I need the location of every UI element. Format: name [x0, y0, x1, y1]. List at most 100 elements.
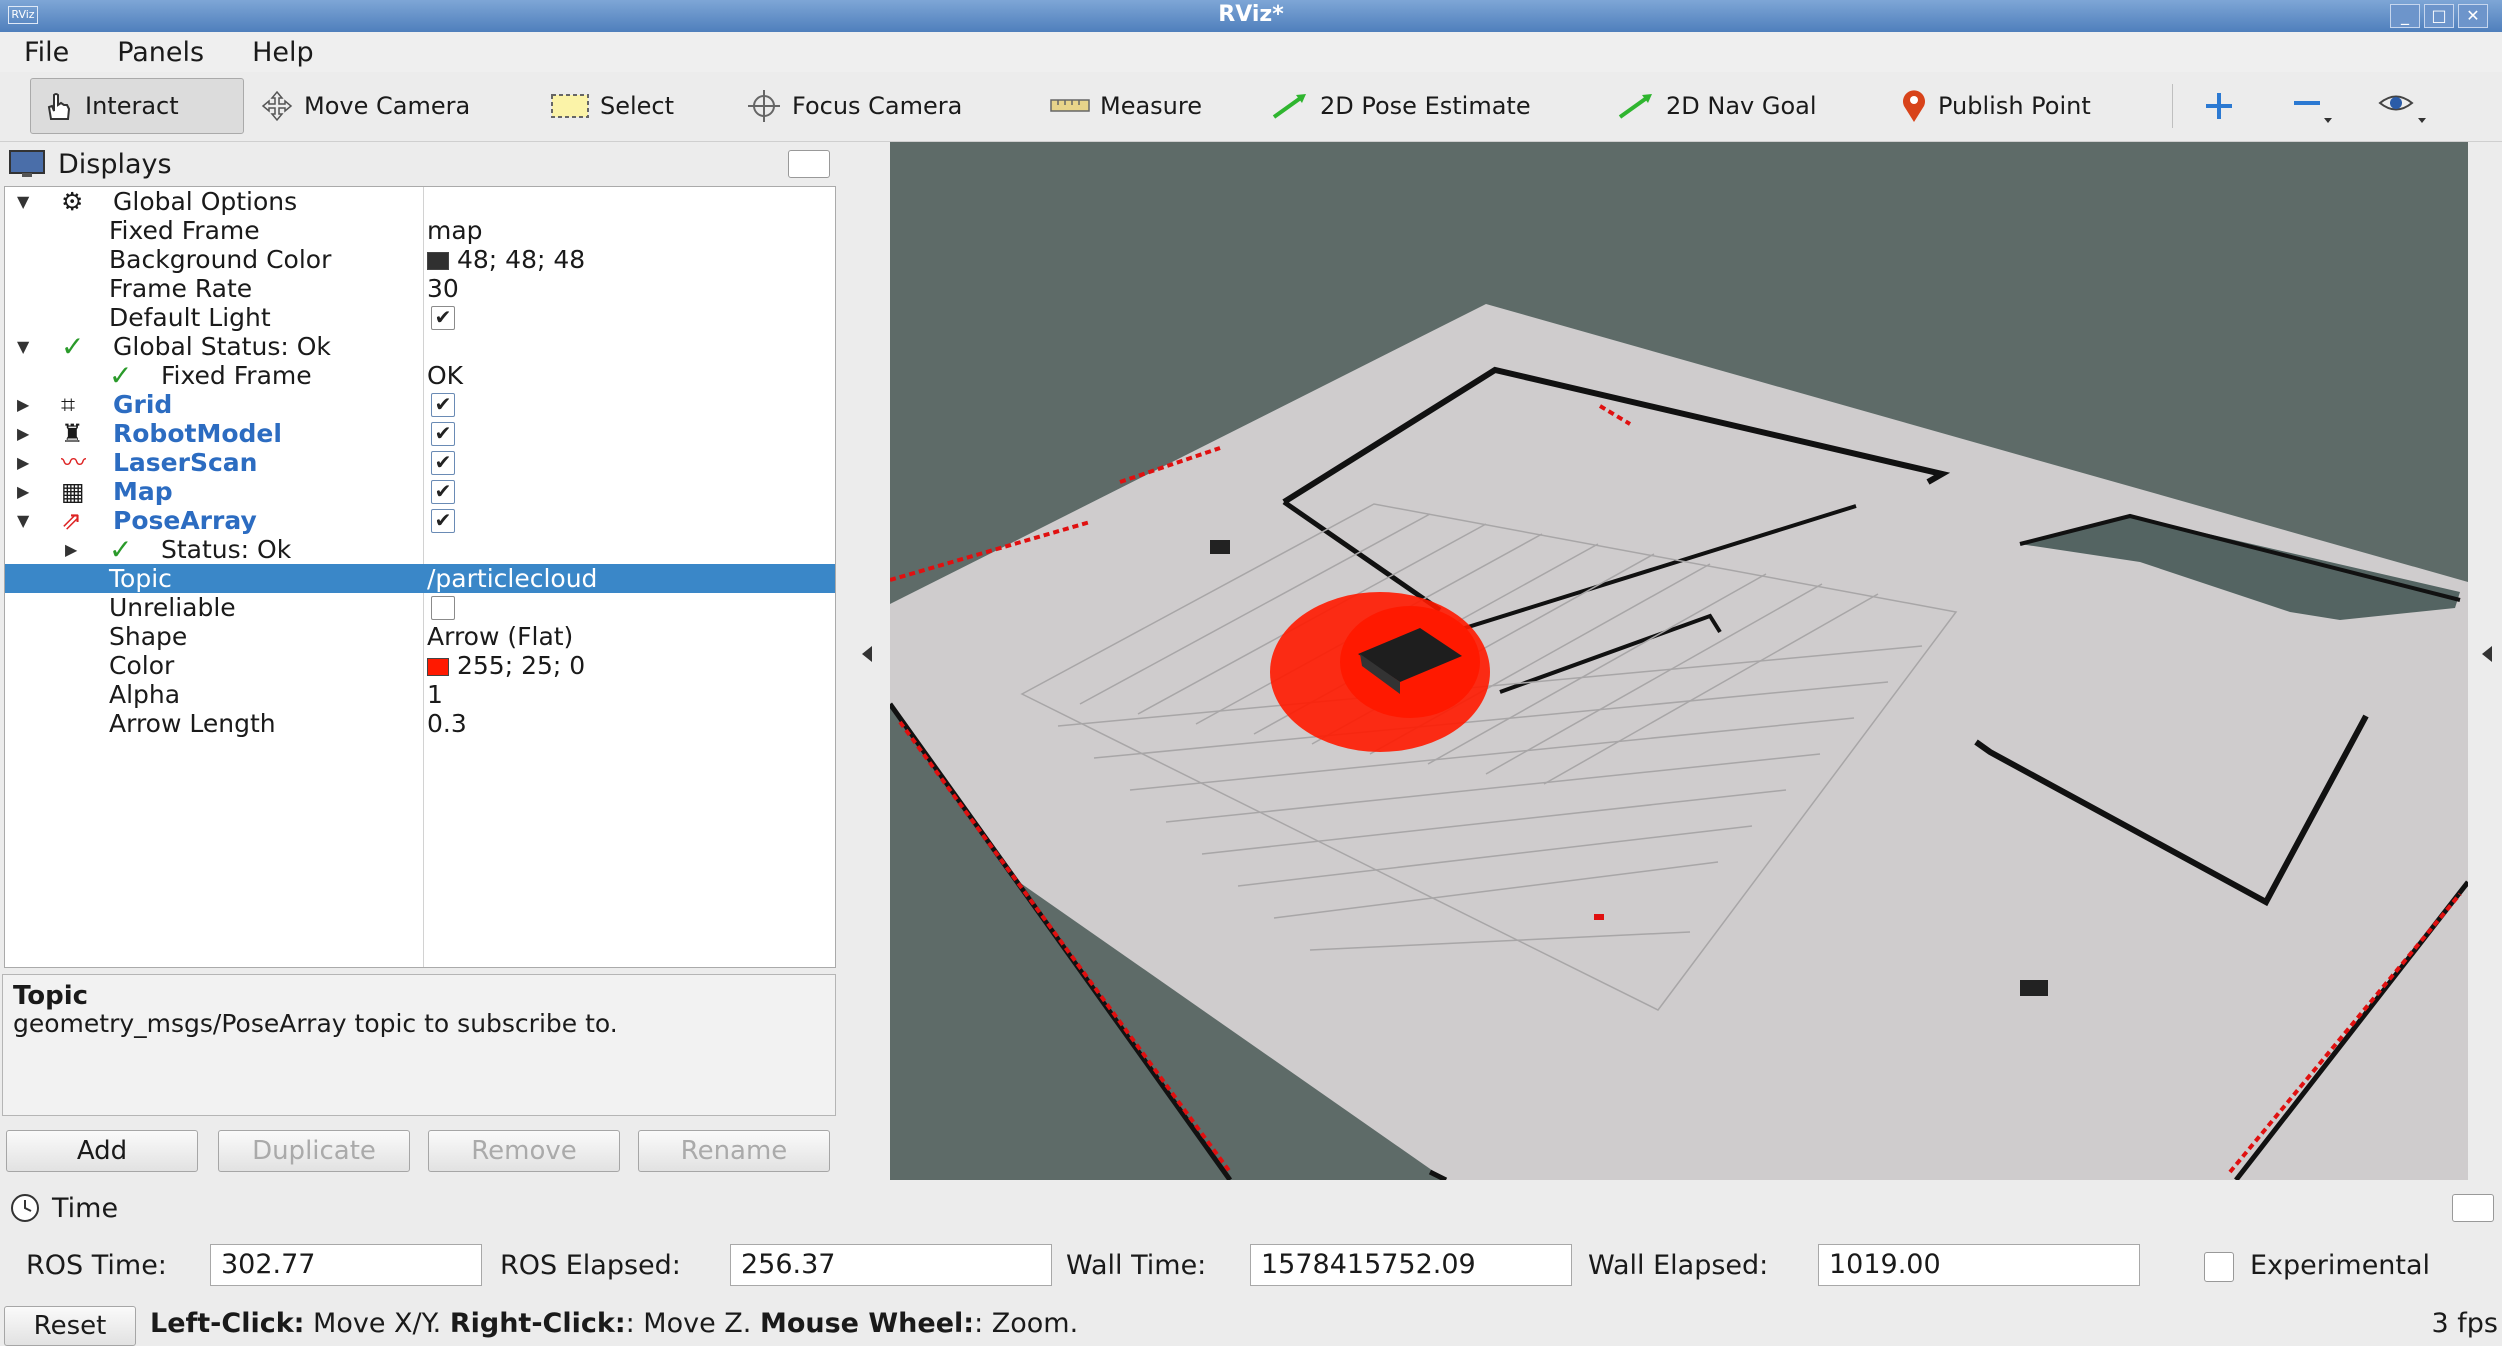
tree-row-global-options[interactable]: ▼ ⚙ Global Options [5, 187, 835, 216]
remove-tool-button[interactable] [2280, 78, 2344, 134]
property-value[interactable]: 30 [427, 274, 459, 303]
color-value: 255; 25; 0 [457, 651, 586, 680]
robot-model-enabled-checkbox[interactable]: ✔ [431, 422, 455, 446]
map-enabled-checkbox[interactable]: ✔ [431, 480, 455, 504]
hint-left-action: Move X/Y. [304, 1308, 450, 1339]
collapse-right-icon[interactable] [2480, 644, 2494, 664]
publish-point-tool-button[interactable]: Publish Point [1890, 78, 2101, 134]
nav-goal-tool-button[interactable]: 2D Nav Goal [1606, 78, 1827, 134]
checkmark-icon: ✓ [109, 359, 133, 392]
wall-time-field[interactable]: 1578415752.09 [1250, 1244, 1572, 1286]
reset-button[interactable]: Reset [4, 1306, 136, 1346]
minimize-icon[interactable]: _ [2390, 4, 2420, 28]
tree-row-grid[interactable]: ▶ ⌗ Grid ✔ [5, 390, 835, 419]
collapse-left-icon[interactable] [860, 644, 874, 664]
right-panel-splitter[interactable] [2468, 142, 2502, 1186]
menu-file[interactable]: File [0, 37, 93, 68]
displays-title: Displays [58, 148, 172, 180]
color-value: 48; 48; 48 [457, 245, 586, 274]
close-icon[interactable]: ✕ [2458, 4, 2488, 28]
property-label: Shape [109, 622, 188, 651]
tree-row-laser-scan[interactable]: ▶ 〰 LaserScan ✔ [5, 448, 835, 477]
tree-row-global-status[interactable]: ▼ ✓ Global Status: Ok [5, 332, 835, 361]
tree-row-shape[interactable]: Shape Arrow (Flat) [5, 622, 835, 651]
collapse-arrow-icon[interactable]: ▼ [17, 332, 29, 361]
fps-counter: 3 fps [2431, 1308, 2498, 1339]
laser-scan-enabled-checkbox[interactable]: ✔ [431, 451, 455, 475]
panel-splitter[interactable] [840, 142, 890, 1186]
float-panel-button[interactable] [788, 150, 830, 178]
displays-tree[interactable]: ▼ ⚙ Global Options Fixed Frame map Backg… [4, 186, 836, 968]
ros-time-field[interactable]: 302.77 [210, 1244, 482, 1286]
expand-arrow-icon[interactable]: ▶ [65, 535, 77, 564]
grid-enabled-checkbox[interactable]: ✔ [431, 393, 455, 417]
unreliable-checkbox[interactable] [431, 596, 455, 620]
tree-row-color[interactable]: Color 255; 25; 0 [5, 651, 835, 680]
property-value[interactable]: 0.3 [427, 709, 467, 738]
move-camera-tool-button[interactable]: Move Camera [250, 78, 480, 134]
expand-arrow-icon[interactable]: ▶ [17, 390, 29, 419]
property-label: Frame Rate [109, 274, 253, 303]
collapse-arrow-icon[interactable]: ▼ [17, 506, 29, 535]
tree-row-default-light[interactable]: Default Light ✔ [5, 303, 835, 332]
tree-row-fixed-frame[interactable]: Fixed Frame map [5, 216, 835, 245]
experimental-checkbox[interactable] [2204, 1252, 2234, 1282]
default-light-checkbox[interactable]: ✔ [431, 306, 455, 330]
menu-panels[interactable]: Panels [93, 37, 228, 68]
expand-arrow-icon[interactable]: ▶ [17, 477, 29, 506]
wall-elapsed-field[interactable]: 1019.00 [1818, 1244, 2140, 1286]
expand-arrow-icon[interactable]: ▶ [17, 448, 29, 477]
hint-right-click: Right-Click: [449, 1308, 626, 1339]
green-arrow-icon [1272, 94, 1306, 119]
focus-camera-tool-button[interactable]: Focus Camera [736, 78, 972, 134]
robot-model-display-label: RobotModel [113, 419, 282, 448]
hint-left-click: Left-Click: [150, 1308, 305, 1339]
topic-value[interactable]: /particlecloud [427, 564, 597, 593]
rename-button[interactable]: Rename [638, 1130, 830, 1172]
pose-array-icon: ⇗ [61, 506, 82, 535]
pose-estimate-tool-button[interactable]: 2D Pose Estimate [1260, 78, 1541, 134]
property-value[interactable]: 1 [427, 680, 443, 709]
property-label: Topic [109, 564, 172, 593]
maximize-icon[interactable]: □ [2424, 4, 2454, 28]
time-header: Time [0, 1188, 2502, 1228]
tree-row-background-color[interactable]: Background Color 48; 48; 48 [5, 245, 835, 274]
measure-tool-button[interactable]: Measure [1040, 78, 1212, 134]
description-title: Topic [13, 981, 89, 1011]
title-bar[interactable]: RViz RViz* _ □ ✕ [0, 0, 2502, 32]
render-viewport[interactable] [890, 142, 2468, 1180]
view-options-button[interactable] [2368, 78, 2438, 134]
tree-row-pose-array[interactable]: ▼ ⇗ PoseArray ✔ [5, 506, 835, 535]
plus-icon [2206, 93, 2232, 119]
add-tool-button[interactable] [2192, 78, 2246, 134]
grid-display-label: Grid [113, 390, 173, 419]
tree-row-unreliable[interactable]: Unreliable [5, 593, 835, 622]
tree-row-status-fixed-frame[interactable]: ✓ Fixed Frame OK [5, 361, 835, 390]
duplicate-button[interactable]: Duplicate [218, 1130, 410, 1172]
property-value[interactable]: 255; 25; 0 [427, 651, 585, 680]
float-time-panel-button[interactable] [2452, 1194, 2494, 1222]
tree-row-frame-rate[interactable]: Frame Rate 30 [5, 274, 835, 303]
time-title: Time [52, 1192, 119, 1224]
interact-tool-button[interactable]: Interact [30, 78, 244, 134]
pose-array-enabled-checkbox[interactable]: ✔ [431, 509, 455, 533]
tree-row-map[interactable]: ▶ ▦ Map ✔ [5, 477, 835, 506]
tree-row-topic[interactable]: Topic /particlecloud [5, 564, 835, 593]
property-value[interactable]: Arrow (Flat) [427, 622, 573, 651]
property-value[interactable]: map [427, 216, 483, 245]
description-text: geometry_msgs/PoseArray topic to subscri… [13, 1009, 618, 1038]
tree-row-alpha[interactable]: Alpha 1 [5, 680, 835, 709]
tree-row-robot-model[interactable]: ▶ ♜ RobotModel ✔ [5, 419, 835, 448]
expand-arrow-icon[interactable]: ▶ [17, 419, 29, 448]
tree-row-pose-array-status[interactable]: ▶ ✓ Status: Ok [5, 535, 835, 564]
ros-elapsed-field[interactable]: 256.37 [730, 1244, 1052, 1286]
collapse-arrow-icon[interactable]: ▼ [17, 187, 29, 216]
robot-icon: ♜ [61, 419, 84, 448]
menu-help[interactable]: Help [228, 37, 338, 68]
remove-button[interactable]: Remove [428, 1130, 620, 1172]
add-button[interactable]: Add [6, 1130, 198, 1172]
tree-row-arrow-length[interactable]: Arrow Length 0.3 [5, 709, 835, 738]
property-label: Color [109, 651, 175, 680]
property-value[interactable]: 48; 48; 48 [427, 245, 585, 274]
select-tool-button[interactable]: Select [540, 78, 684, 134]
